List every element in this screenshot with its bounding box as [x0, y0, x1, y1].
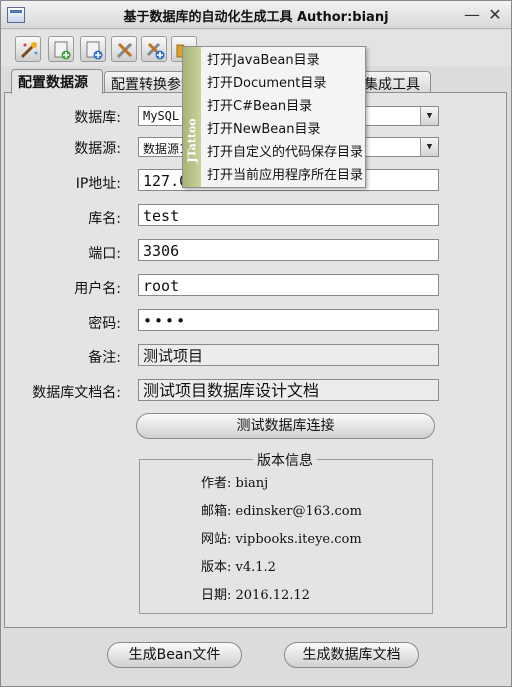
minimize-button[interactable]: —	[462, 5, 482, 25]
password-input[interactable]: ••••	[138, 309, 439, 331]
datasource-value: 数据源1	[143, 142, 187, 156]
close-button[interactable]: ✕	[485, 5, 505, 25]
menu-item-newbean[interactable]: 打开NewBean目录	[207, 118, 320, 141]
title-bar[interactable]: 基于数据库的自动化生成工具 Author:bianj — ✕	[1, 1, 511, 29]
folder-popup-menu: JTattoo 打开JavaBean目录 打开Document目录 打开C#Be…	[182, 46, 366, 188]
author-info: 作者: bianj	[201, 476, 269, 491]
menu-item-document[interactable]: 打开Document目录	[207, 72, 326, 95]
menu-item-custom-dir[interactable]: 打开自定义的代码保存目录	[207, 141, 363, 164]
magic-wand-button[interactable]	[15, 36, 41, 62]
remark-label: 备注:	[88, 350, 121, 366]
chevron-down-icon[interactable]: ▼	[420, 138, 438, 156]
tools-button[interactable]	[111, 36, 137, 62]
menu-item-app-dir[interactable]: 打开当前应用程序所在目录	[207, 164, 363, 187]
menu-brand-label: JTattoo	[185, 118, 199, 163]
email-info: 邮箱: edinsker@163.com	[201, 504, 362, 519]
new-file-icon	[54, 41, 71, 60]
version-info: 版本: v4.1.2	[201, 560, 276, 575]
window-title: 基于数据库的自动化生成工具 Author:bianj	[123, 10, 389, 25]
datasource-label: 数据源:	[74, 141, 121, 157]
dbname-input[interactable]: test	[138, 204, 439, 226]
menu-item-csharp-bean[interactable]: 打开C#Bean目录	[207, 95, 312, 118]
add-file-icon	[86, 41, 103, 60]
app-window: 基于数据库的自动化生成工具 Author:bianj — ✕ 配置数据源 配置转…	[0, 0, 512, 687]
chevron-down-icon[interactable]: ▼	[420, 107, 438, 125]
tab-datasource[interactable]: 配置数据源	[11, 69, 103, 94]
username-label: 用户名:	[74, 281, 121, 297]
test-connection-button[interactable]: 测试数据库连接	[136, 413, 435, 439]
port-label: 端口:	[88, 246, 121, 262]
username-input[interactable]: root	[138, 274, 439, 296]
date-info: 日期: 2016.12.12	[201, 588, 310, 603]
database-label: 数据库:	[74, 110, 121, 126]
website-info: 网站: vipbooks.iteye.com	[201, 532, 362, 547]
password-label: 密码:	[88, 316, 121, 332]
ip-label: IP地址:	[75, 176, 121, 192]
tools-add-button[interactable]	[141, 36, 167, 62]
menu-brand-strip: JTattoo	[183, 47, 201, 187]
magic-wand-icon	[20, 42, 38, 59]
tab-integration[interactable]: 集成工具	[357, 71, 431, 93]
version-info-title: 版本信息	[253, 450, 317, 470]
version-info-box: 版本信息 作者: bianj 邮箱: edinsker@163.com 网站: …	[139, 450, 433, 614]
database-value: MySQL	[143, 109, 180, 123]
tools-icon	[116, 42, 133, 59]
docname-label: 数据库文档名:	[32, 385, 121, 401]
new-file-button[interactable]	[48, 36, 74, 62]
dbname-label: 库名:	[88, 211, 121, 227]
generate-doc-button[interactable]: 生成数据库文档	[284, 642, 419, 668]
add-file-button[interactable]	[80, 36, 106, 62]
docname-input[interactable]: 测试项目数据库设计文档	[138, 379, 439, 401]
generate-bean-button[interactable]: 生成Bean文件	[107, 642, 242, 668]
port-input[interactable]: 3306	[138, 239, 439, 261]
menu-item-javabean[interactable]: 打开JavaBean目录	[207, 49, 320, 72]
remark-input[interactable]: 测试项目	[138, 344, 439, 366]
tools-add-icon	[146, 42, 165, 60]
